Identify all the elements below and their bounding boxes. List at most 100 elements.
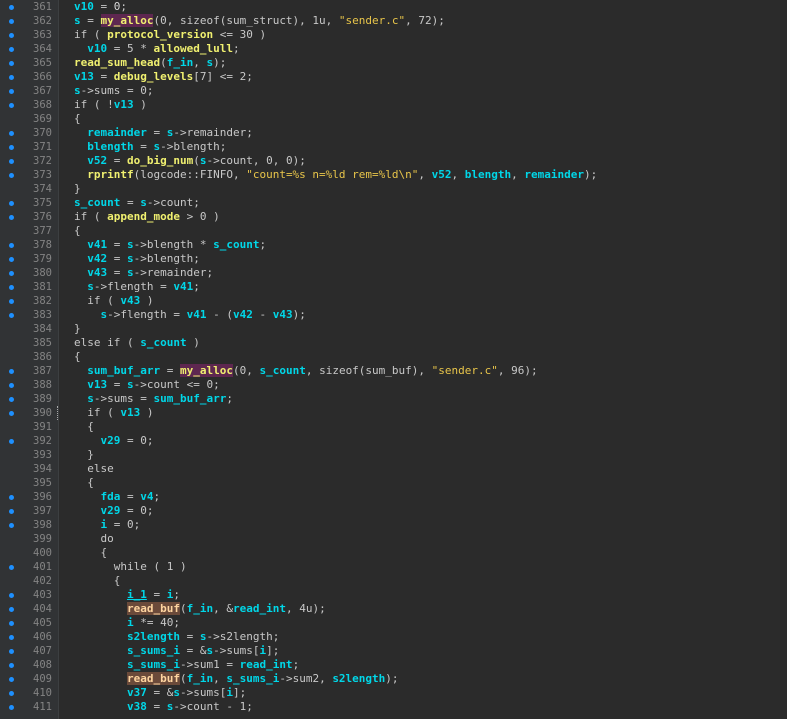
code-text[interactable]: sum_buf_arr = my_alloc(0, s_count, sizeo… xyxy=(74,364,538,378)
code-text[interactable]: i_1 = i; xyxy=(74,588,180,602)
code-line[interactable]: 381 s->flength = v41; xyxy=(0,280,787,294)
code-line[interactable]: 385 else if ( s_count ) xyxy=(0,336,787,350)
code-line[interactable]: 370 remainder = s->remainder; xyxy=(0,126,787,140)
code-line[interactable]: 406 s2length = s->s2length; xyxy=(0,630,787,644)
code-text[interactable]: rprintf(logcode::FINFO, "count=%s n=%ld … xyxy=(74,168,597,182)
breakpoint-dot-icon[interactable] xyxy=(9,145,14,150)
code-text[interactable]: { xyxy=(74,112,81,126)
code-text[interactable]: s_sums_i->sum1 = read_int; xyxy=(74,658,299,672)
code-line[interactable]: 379 v42 = s->blength; xyxy=(0,252,787,266)
code-text[interactable]: read_buf(f_in, &read_int, 4u); xyxy=(74,602,326,616)
code-line[interactable]: 394 else xyxy=(0,462,787,476)
breakpoint-dot-icon[interactable] xyxy=(9,173,14,178)
code-line[interactable]: 367 s->sums = 0; xyxy=(0,84,787,98)
code-line[interactable]: 402 { xyxy=(0,574,787,588)
code-line[interactable]: 365 read_sum_head(f_in, s); xyxy=(0,56,787,70)
code-line[interactable]: 388 v13 = s->count <= 0; xyxy=(0,378,787,392)
code-line[interactable]: 387 sum_buf_arr = my_alloc(0, s_count, s… xyxy=(0,364,787,378)
breakpoint-dot-icon[interactable] xyxy=(9,621,14,626)
code-text[interactable]: } xyxy=(74,182,81,196)
code-text[interactable]: s->flength = v41; xyxy=(74,280,200,294)
breakpoint-dot-icon[interactable] xyxy=(9,159,14,164)
code-editor[interactable]: 361 v10 = 0; 362 s = my_alloc(0, sizeof(sum… xyxy=(0,0,787,719)
code-text[interactable]: s->sums = 0; xyxy=(74,84,153,98)
code-line[interactable]: 398 i = 0; xyxy=(0,518,787,532)
code-line[interactable]: 386 { xyxy=(0,350,787,364)
breakpoint-dot-icon[interactable] xyxy=(9,243,14,248)
code-line[interactable]: 384} xyxy=(0,322,787,336)
code-text[interactable]: s_count = s->count; xyxy=(74,196,200,210)
code-line[interactable]: 390 if ( v13 ) xyxy=(0,406,787,420)
breakpoint-dot-icon[interactable] xyxy=(9,47,14,52)
breakpoint-dot-icon[interactable] xyxy=(9,677,14,682)
code-line[interactable]: 408 s_sums_i->sum1 = read_int; xyxy=(0,658,787,672)
code-line[interactable]: 375 s_count = s->count; xyxy=(0,196,787,210)
code-text[interactable]: blength = s->blength; xyxy=(74,140,226,154)
code-line[interactable]: 374} xyxy=(0,182,787,196)
code-text[interactable]: v29 = 0; xyxy=(74,504,154,518)
code-text[interactable]: s = my_alloc(0, sizeof(sum_struct), 1u, … xyxy=(74,14,445,28)
code-text[interactable]: remainder = s->remainder; xyxy=(74,126,253,140)
code-line[interactable]: 407 s_sums_i = &s->sums[i]; xyxy=(0,644,787,658)
breakpoint-dot-icon[interactable] xyxy=(9,607,14,612)
code-line[interactable]: 361 v10 = 0; xyxy=(0,0,787,14)
breakpoint-dot-icon[interactable] xyxy=(9,565,14,570)
code-text[interactable]: else xyxy=(74,462,114,476)
code-line[interactable]: 389 s->sums = sum_buf_arr; xyxy=(0,392,787,406)
code-text[interactable]: i *= 40; xyxy=(74,616,180,630)
code-text[interactable]: { xyxy=(74,574,121,588)
code-text[interactable]: if ( v13 ) xyxy=(74,406,153,420)
breakpoint-dot-icon[interactable] xyxy=(9,411,14,416)
breakpoint-dot-icon[interactable] xyxy=(9,103,14,108)
breakpoint-dot-icon[interactable] xyxy=(9,271,14,276)
code-line[interactable]: 401 while ( 1 ) xyxy=(0,560,787,574)
code-text[interactable]: s_sums_i = &s->sums[i]; xyxy=(74,644,279,658)
code-text[interactable]: v10 = 0; xyxy=(74,0,127,14)
code-line[interactable]: 371 blength = s->blength; xyxy=(0,140,787,154)
code-line[interactable]: 410 v37 = &s->sums[i]; xyxy=(0,686,787,700)
code-line[interactable]: 363 if ( protocol_version <= 30 ) xyxy=(0,28,787,42)
code-line[interactable]: 392 v29 = 0; xyxy=(0,434,787,448)
code-text[interactable]: s->flength = v41 - (v42 - v43); xyxy=(74,308,306,322)
code-text[interactable]: } xyxy=(74,448,94,462)
breakpoint-dot-icon[interactable] xyxy=(9,691,14,696)
code-line[interactable]: 369 { xyxy=(0,112,787,126)
code-text[interactable]: } xyxy=(74,322,81,336)
code-text[interactable]: s->sums = sum_buf_arr; xyxy=(74,392,233,406)
code-text[interactable]: { xyxy=(74,224,81,238)
code-line[interactable]: 372 v52 = do_big_num(s->count, 0, 0); xyxy=(0,154,787,168)
breakpoint-dot-icon[interactable] xyxy=(9,313,14,318)
code-text[interactable]: v13 = s->count <= 0; xyxy=(74,378,219,392)
code-text[interactable]: v37 = &s->sums[i]; xyxy=(74,686,246,700)
code-text[interactable]: { xyxy=(74,420,94,434)
code-line[interactable]: 403 i_1 = i; xyxy=(0,588,787,602)
code-text[interactable]: if ( append_mode > 0 ) xyxy=(74,210,220,224)
breakpoint-dot-icon[interactable] xyxy=(9,75,14,80)
code-text[interactable]: if ( !v13 ) xyxy=(74,98,147,112)
code-line[interactable]: 368 if ( !v13 ) xyxy=(0,98,787,112)
breakpoint-dot-icon[interactable] xyxy=(9,19,14,24)
breakpoint-dot-icon[interactable] xyxy=(9,495,14,500)
code-text[interactable]: v10 = 5 * allowed_lull; xyxy=(74,42,239,56)
code-text[interactable]: read_buf(f_in, s_sums_i->sum2, s2length)… xyxy=(74,672,399,686)
code-line[interactable]: 377 { xyxy=(0,224,787,238)
code-text[interactable]: while ( 1 ) xyxy=(74,560,187,574)
code-line[interactable]: 364 v10 = 5 * allowed_lull; xyxy=(0,42,787,56)
breakpoint-dot-icon[interactable] xyxy=(9,285,14,290)
code-text[interactable]: v38 = s->count - 1; xyxy=(74,700,253,714)
code-line[interactable]: 396 fda = v4; xyxy=(0,490,787,504)
code-text[interactable]: v29 = 0; xyxy=(74,434,154,448)
code-line[interactable]: 400 { xyxy=(0,546,787,560)
breakpoint-dot-icon[interactable] xyxy=(9,593,14,598)
code-text[interactable]: { xyxy=(74,476,94,490)
code-line[interactable]: 393 } xyxy=(0,448,787,462)
code-text[interactable]: if ( v43 ) xyxy=(74,294,153,308)
breakpoint-dot-icon[interactable] xyxy=(9,61,14,66)
code-line[interactable]: 380 v43 = s->remainder; xyxy=(0,266,787,280)
code-text[interactable]: if ( protocol_version <= 30 ) xyxy=(74,28,266,42)
code-line[interactable]: 383 s->flength = v41 - (v42 - v43); xyxy=(0,308,787,322)
breakpoint-dot-icon[interactable] xyxy=(9,397,14,402)
breakpoint-dot-icon[interactable] xyxy=(9,383,14,388)
code-text[interactable]: else if ( s_count ) xyxy=(74,336,200,350)
code-text[interactable]: v41 = s->blength * s_count; xyxy=(74,238,266,252)
